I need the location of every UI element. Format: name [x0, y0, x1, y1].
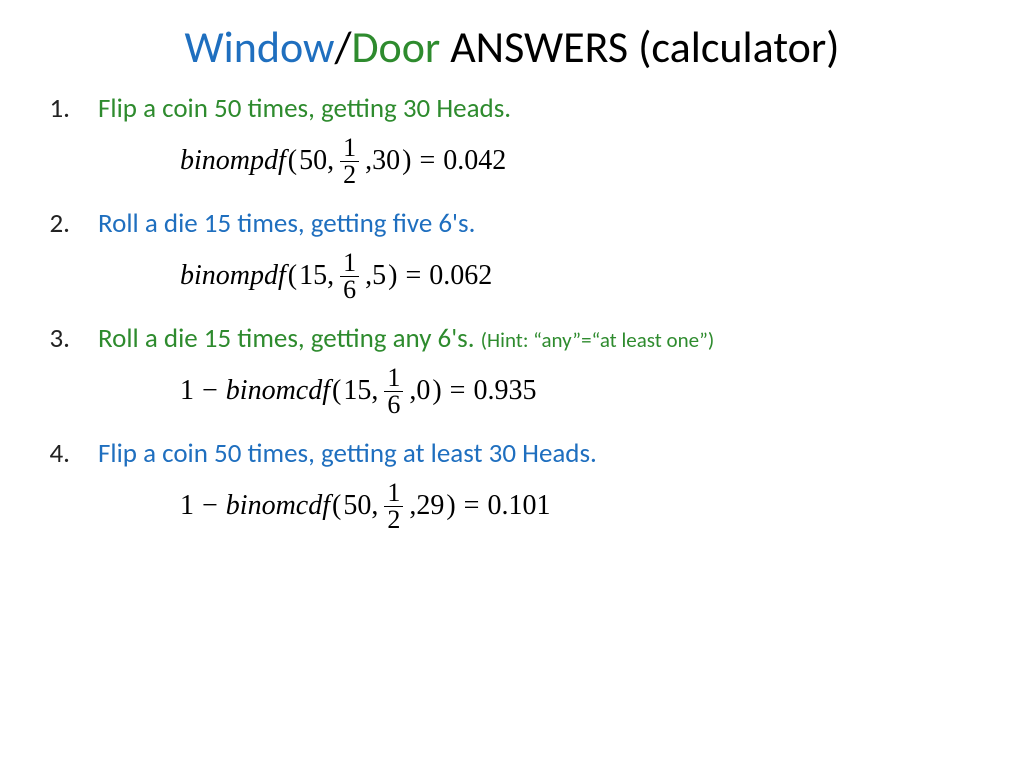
param-k: ,0 [409, 375, 430, 407]
question-text: Flip a coin 50 times, getting at least 3… [98, 437, 597, 470]
title-word-window: Window [184, 20, 334, 74]
formula-prefix: 1 [180, 490, 194, 522]
list-item: 4.Flip a coin 50 times, getting at least… [40, 437, 984, 538]
formula: binompdf(15,16,5)=0.062 [180, 244, 984, 308]
title-rest: ANSWERS (calculator) [440, 20, 839, 74]
question-text: Flip a coin 50 times, getting 30 Heads. [98, 92, 511, 125]
param-k: ,29 [409, 490, 444, 522]
result-value: 0.042 [443, 145, 506, 177]
title-slash: / [334, 20, 351, 74]
item-number: 2. [40, 207, 98, 240]
formula: binompdf(50,12,30)=0.042 [180, 129, 984, 193]
title-word-door: Door [351, 20, 440, 74]
close-paren: ) [446, 490, 455, 522]
open-paren: ( [332, 375, 341, 407]
formula: 1−binomcdf(15,16,0)=0.935 [180, 359, 984, 423]
formula-prefix: 1 [180, 375, 194, 407]
slide-title: Window/Door ANSWERS (calculator) [40, 20, 984, 74]
result-value: 0.935 [473, 375, 536, 407]
fraction: 12 [384, 480, 403, 533]
formula: 1−binomcdf(50,12,29)=0.101 [180, 474, 984, 538]
minus-sign: − [202, 375, 218, 407]
equals-sign: = [419, 145, 435, 177]
question-row: 3.Roll a die 15 times, getting any 6's. … [40, 322, 984, 355]
equals-sign: = [405, 260, 421, 292]
open-paren: ( [288, 260, 297, 292]
question-row: 2.Roll a die 15 times, getting five 6's. [40, 207, 984, 240]
question-row: 1.Flip a coin 50 times, getting 30 Heads… [40, 92, 984, 125]
list-item: 2.Roll a die 15 times, getting five 6's.… [40, 207, 984, 308]
function-name: binompdf [180, 145, 286, 177]
question-text: Roll a die 15 times, getting five 6's. [98, 207, 475, 240]
frac-numerator: 1 [384, 365, 403, 392]
equals-sign: = [450, 375, 466, 407]
list-item: 1.Flip a coin 50 times, getting 30 Heads… [40, 92, 984, 193]
close-paren: ) [432, 375, 441, 407]
function-name: binomcdf [226, 490, 330, 522]
equals-sign: = [464, 490, 480, 522]
open-paren: ( [332, 490, 341, 522]
item-number: 4. [40, 437, 98, 470]
frac-numerator: 1 [340, 135, 359, 162]
result-value: 0.101 [487, 490, 550, 522]
function-name: binompdf [180, 260, 286, 292]
frac-denominator: 6 [340, 277, 359, 303]
frac-denominator: 6 [384, 392, 403, 418]
close-paren: ) [402, 145, 411, 177]
hint-text: (Hint: “any”=“at least one”) [481, 327, 715, 353]
item-number: 1. [40, 92, 98, 125]
frac-denominator: 2 [340, 162, 359, 188]
param-n: 15, [343, 375, 378, 407]
open-paren: ( [288, 145, 297, 177]
fraction: 16 [384, 365, 403, 418]
result-value: 0.062 [429, 260, 492, 292]
param-n: 15, [299, 260, 334, 292]
item-number: 3. [40, 322, 98, 355]
question-text: Roll a die 15 times, getting any 6's. (H… [98, 322, 714, 355]
fraction: 16 [340, 250, 359, 303]
frac-numerator: 1 [340, 250, 359, 277]
param-k: ,5 [365, 260, 386, 292]
frac-numerator: 1 [384, 480, 403, 507]
function-name: binomcdf [226, 375, 330, 407]
question-row: 4.Flip a coin 50 times, getting at least… [40, 437, 984, 470]
fraction: 12 [340, 135, 359, 188]
frac-denominator: 2 [384, 507, 403, 533]
param-k: ,30 [365, 145, 400, 177]
minus-sign: − [202, 490, 218, 522]
close-paren: ) [388, 260, 397, 292]
list-item: 3.Roll a die 15 times, getting any 6's. … [40, 322, 984, 423]
param-n: 50, [299, 145, 334, 177]
param-n: 50, [343, 490, 378, 522]
